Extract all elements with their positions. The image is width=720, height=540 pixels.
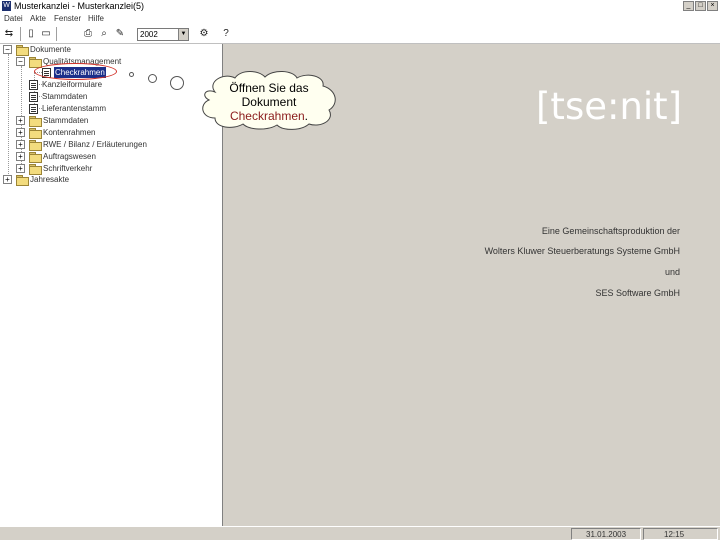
annotation-ellipse xyxy=(34,63,117,80)
status-time: 12:15 xyxy=(664,530,685,539)
open-folder-icon[interactable]: ▭ xyxy=(40,28,52,40)
expand-icon[interactable]: + xyxy=(16,152,25,161)
help-icon[interactable]: ? xyxy=(220,28,232,40)
chevron-down-icon[interactable]: ▼ xyxy=(178,29,188,40)
toolbar-separator xyxy=(20,27,21,41)
tree-node-label: Kontenrahmen xyxy=(43,128,96,137)
settings-icon[interactable]: ⚙ xyxy=(198,28,210,40)
expand-icon[interactable]: + xyxy=(16,140,25,149)
tree-node-label: Lieferantenstamm xyxy=(42,104,107,113)
tree-connector xyxy=(8,54,9,176)
status-bar: 31.01.2003 12:15 xyxy=(0,526,720,540)
app-icon[interactable]: W xyxy=(2,1,11,11)
menu-hilfe[interactable]: Hilfe xyxy=(88,13,104,24)
callout-text: Öffnen Sie das Dokument Checkrahmen. xyxy=(218,81,320,123)
expand-icon[interactable]: + xyxy=(16,116,25,125)
callout-line: Dokument xyxy=(241,95,297,109)
minimize-icon[interactable]: _ xyxy=(683,1,694,11)
toolbar: ⇆ ▯ ▭ ⎙ ⌕ ✎ 2002 ▼ ⚙ ? xyxy=(0,24,720,44)
year-select[interactable]: 2002 ▼ xyxy=(137,28,189,41)
document-icon xyxy=(29,92,38,102)
callout-tail-dot xyxy=(148,74,157,83)
menu-fenster[interactable]: Fenster xyxy=(54,13,81,24)
toolbar-separator xyxy=(56,27,57,41)
document-icon xyxy=(29,104,38,114)
tree-node-label: Auftragswesen xyxy=(43,152,96,161)
credit-line: Wolters Kluwer Steuerberatungs Systeme G… xyxy=(484,246,680,256)
menu-bar: Datei Akte Fenster Hilfe xyxy=(0,13,720,24)
maximize-icon[interactable]: □ xyxy=(695,1,706,11)
callout-tail-dot xyxy=(129,72,134,77)
folder-icon xyxy=(29,140,42,151)
credit-line: und xyxy=(664,267,680,277)
tree-node-label: Stammdaten xyxy=(43,116,89,125)
expand-icon[interactable]: + xyxy=(16,128,25,137)
expand-icon[interactable]: + xyxy=(16,164,25,173)
document-icon xyxy=(29,80,38,90)
collapse-icon[interactable]: − xyxy=(16,57,25,66)
status-panel-time: 12:15 xyxy=(643,528,718,540)
expand-icon[interactable]: + xyxy=(3,175,12,184)
callout-document-link: Checkrahmen xyxy=(229,109,305,123)
new-document-icon[interactable]: ▯ xyxy=(25,28,37,40)
folder-icon xyxy=(29,152,42,163)
menu-akte[interactable]: Akte xyxy=(30,13,46,24)
tree-node-label: Stammdaten xyxy=(42,92,88,101)
folder-icon xyxy=(16,45,29,56)
close-icon[interactable]: × xyxy=(707,1,718,11)
tree-node-label: RWE / Bilanz / Erläuterungen xyxy=(43,140,147,149)
folder-icon xyxy=(29,164,42,175)
document-tree: − Dokumente − Qualitätsmanagement Checkr… xyxy=(0,44,223,526)
title-bar: W Musterkanzlei - Musterkanzlei(5) _ □ × xyxy=(0,0,720,13)
callout-line: Checkrahmen. xyxy=(218,109,320,123)
folder-icon xyxy=(16,175,29,186)
tree-node-label: Jahresakte xyxy=(30,175,70,184)
folder-icon xyxy=(29,128,42,139)
edit-icon[interactable]: ✎ xyxy=(114,28,126,40)
folder-icon xyxy=(29,57,42,68)
callout-tail-dot xyxy=(170,76,184,90)
callout-line: Öffnen Sie das xyxy=(229,81,309,95)
menu-datei[interactable]: Datei xyxy=(4,13,23,24)
tree-node-label: Kanzleiformulare xyxy=(42,80,103,89)
brand-logo: [tse:nit] xyxy=(536,85,683,128)
split-view-icon[interactable]: ⇆ xyxy=(3,28,15,40)
credit-line: SES Software GmbH xyxy=(595,288,680,298)
window-title: Musterkanzlei - Musterkanzlei(5) xyxy=(14,1,145,11)
folder-icon xyxy=(29,116,42,127)
status-panel-date: 31.01.2003 xyxy=(571,528,641,540)
year-value: 2002 xyxy=(140,30,158,39)
credit-line: Eine Gemeinschaftsproduktion der xyxy=(541,226,680,236)
collapse-icon[interactable]: − xyxy=(3,45,12,54)
tree-node-label: Schriftverkehr xyxy=(43,164,93,173)
callout-suffix: . xyxy=(304,109,309,123)
tree-node-label: Dokumente xyxy=(30,45,71,54)
tree-connector xyxy=(21,66,22,164)
status-date: 31.01.2003 xyxy=(586,530,627,539)
print-preview-icon[interactable]: ⌕ xyxy=(98,28,110,40)
print-icon[interactable]: ⎙ xyxy=(82,28,94,40)
